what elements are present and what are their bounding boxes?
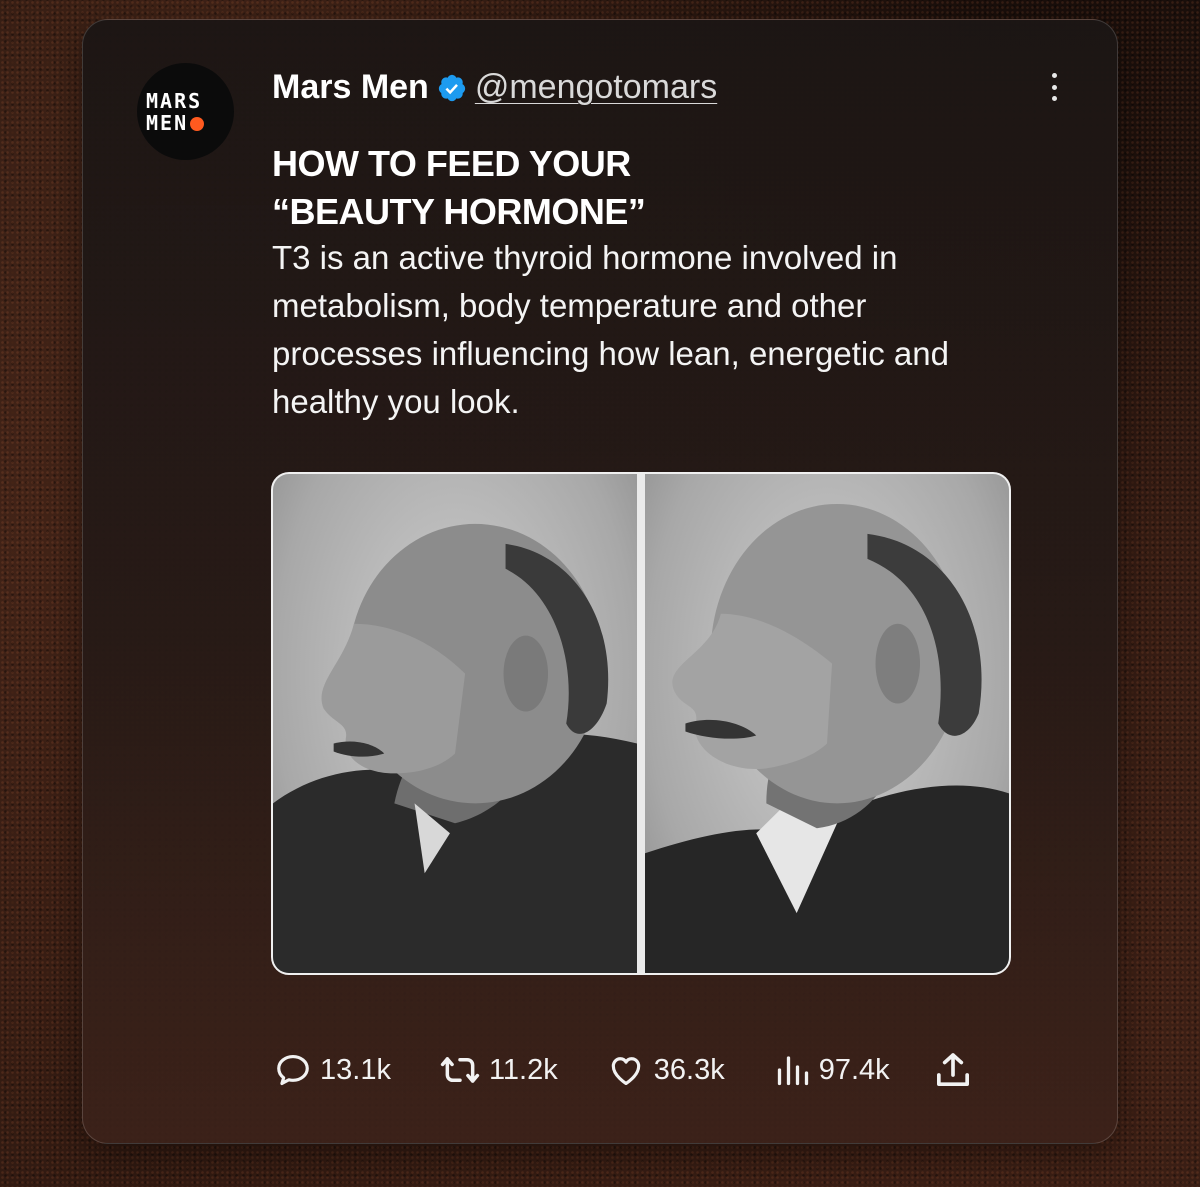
share-button[interactable] (932, 1050, 974, 1090)
more-vertical-icon[interactable] (1047, 70, 1061, 104)
headline-line2: “BEAUTY HORMONE” (272, 191, 646, 232)
reply-bubble-icon (277, 1054, 309, 1086)
author-handle[interactable]: @mengotomars (475, 68, 717, 107)
repost-button[interactable]: 11.2k (439, 1051, 558, 1089)
image-panel-right (645, 474, 1009, 973)
reply-count: 13.1k (320, 1053, 391, 1086)
post-card[interactable]: MARS MEN Mars Men @mengotomars HOW TO FE… (82, 19, 1118, 1144)
post-body: T3 is an active thyroid hormone involved… (272, 239, 949, 420)
post-image[interactable] (271, 472, 1011, 975)
author-name[interactable]: Mars Men (272, 68, 429, 107)
repost-icon (440, 1057, 480, 1083)
views-bars-icon (777, 1056, 808, 1086)
like-count: 36.3k (653, 1053, 725, 1086)
avatar-text-line1: MARS (146, 88, 203, 113)
headline-line1: HOW TO FEED YOUR (272, 143, 631, 184)
post-header: Mars Men @mengotomars (272, 68, 717, 107)
avatar[interactable]: MARS MEN (137, 63, 234, 160)
views-button[interactable]: 97.4k (775, 1051, 890, 1089)
reply-button[interactable]: 13.1k (274, 1051, 391, 1089)
heart-icon (611, 1057, 640, 1086)
like-button[interactable]: 36.3k (606, 1051, 725, 1089)
repost-count: 11.2k (488, 1053, 558, 1086)
verified-badge-icon (438, 74, 465, 101)
avatar-dot (190, 116, 205, 131)
avatar-text-line2: MEN (146, 110, 189, 135)
post-headline: HOW TO FEED YOUR “BEAUTY HORMONE” (272, 140, 646, 236)
action-bar: 13.1k 11.2k 36.3k 97.4k (272, 1050, 974, 1090)
views-count: 97.4k (818, 1053, 890, 1086)
share-upload-icon (936, 1053, 969, 1086)
image-panel-left (273, 474, 637, 973)
